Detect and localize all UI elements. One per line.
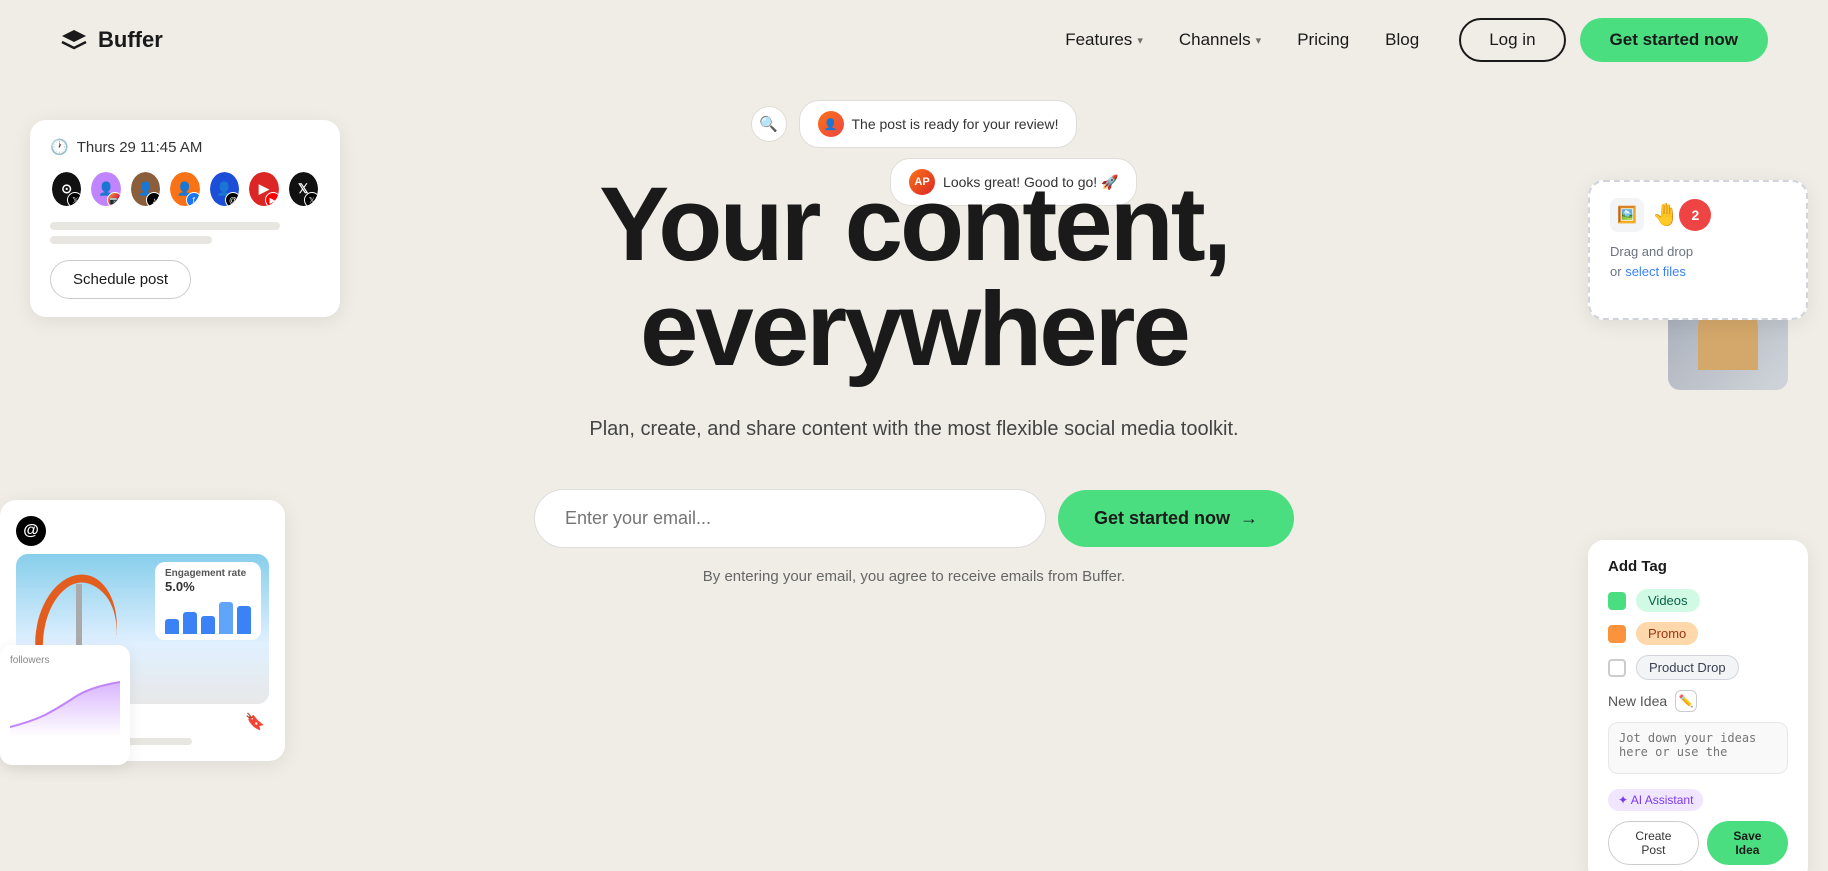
nav-link-features[interactable]: Features ▾ xyxy=(1065,30,1143,50)
twitter-icon: 𝕏 xyxy=(304,192,320,208)
image-upload-icon: 🖼️ xyxy=(1610,198,1644,232)
logo-text: Buffer xyxy=(98,27,163,53)
avatar: 👤 f xyxy=(168,170,201,208)
chat-bubble-review: 👤 The post is ready for your review! xyxy=(799,100,1078,148)
schedule-panel: 🕐 Thurs 29 11:45 AM ⊙ 𝕏 👤 📷 👤 ♪ 👤 f 👤 xyxy=(30,120,340,317)
schedule-post-button[interactable]: Schedule post xyxy=(50,260,191,299)
nav-link-pricing[interactable]: Pricing xyxy=(1297,30,1349,50)
tag-videos: Videos xyxy=(1636,589,1700,612)
tag-checkbox-videos[interactable] xyxy=(1608,592,1626,610)
schedule-time: 🕐 Thurs 29 11:45 AM xyxy=(50,138,320,156)
hero-form: Get started now → xyxy=(534,489,1294,548)
tag-checkbox-product-drop[interactable] xyxy=(1608,659,1626,677)
edit-icon: ✏️ xyxy=(1675,690,1697,712)
buffer-logo-icon xyxy=(60,26,88,54)
login-button[interactable]: Log in xyxy=(1459,18,1565,62)
chat-bubble-area: 🔍 👤 The post is ready for your review! A… xyxy=(751,100,1078,148)
chevron-down-icon: ▾ xyxy=(1137,34,1143,47)
ai-assistant-chip[interactable]: ✦ AI Assistant xyxy=(1608,789,1703,811)
nav-actions: Log in Get started now xyxy=(1459,18,1768,62)
avatar: 👤 @ xyxy=(208,170,241,208)
twitter-icon: 𝕏 xyxy=(67,192,83,208)
notification-badge: 2 xyxy=(1679,199,1711,231)
nav-links: Features ▾ Channels ▾ Pricing Blog xyxy=(1065,30,1419,50)
search-icon: 🔍 xyxy=(751,106,787,142)
nav-link-blog[interactable]: Blog xyxy=(1385,30,1419,50)
bookmark-icon: 🔖 xyxy=(245,712,265,732)
hero-subheading: Plan, create, and share content with the… xyxy=(589,418,1238,441)
tag-row-promo: Promo xyxy=(1608,622,1788,645)
get-started-hero-button[interactable]: Get started now → xyxy=(1058,490,1294,547)
bar-chart xyxy=(165,594,251,634)
avatar: ⊙ 𝕏 xyxy=(50,170,83,208)
instagram-icon: 📷 xyxy=(107,192,123,208)
hero-disclaimer: By entering your email, you agree to rec… xyxy=(703,568,1125,585)
tag-checkbox-promo[interactable] xyxy=(1608,625,1626,643)
followers-chart: followers xyxy=(0,645,130,765)
tag-row-videos: Videos xyxy=(1608,589,1788,612)
select-files-link[interactable]: select files xyxy=(1625,264,1686,279)
engagement-badge: Engagement rate 5.0% xyxy=(155,562,261,640)
new-idea-row: New Idea ✏️ xyxy=(1608,690,1788,712)
create-post-button[interactable]: Create Post xyxy=(1608,821,1699,865)
nav-link-channels[interactable]: Channels ▾ xyxy=(1179,30,1261,50)
tag-row-product-drop: Product Drop xyxy=(1608,655,1788,680)
panel-right-actions: Create Post Save Idea xyxy=(1608,821,1788,865)
content-preview xyxy=(50,222,320,244)
hand-icon: 🤚 xyxy=(1652,202,1679,228)
avatar: ▶ ▶ xyxy=(247,170,280,208)
email-input[interactable] xyxy=(534,489,1046,548)
youtube-icon: ▶ xyxy=(265,192,281,208)
tiktok-icon: ♪ xyxy=(146,192,162,208)
tag-product-drop: Product Drop xyxy=(1636,655,1739,680)
add-tag-panel: Add Tag Videos Promo Product Drop New Id… xyxy=(1588,540,1808,871)
navigation: Buffer Features ▾ Channels ▾ Pricing Blo… xyxy=(0,0,1828,80)
hero-heading: Your content, everywhere xyxy=(599,172,1229,382)
hero-section: 🔍 👤 The post is ready for your review! A… xyxy=(0,80,1828,871)
avatar: 👤 xyxy=(818,111,844,137)
upload-panel: 🖼️ 🤚 2 Drag and drop or select files xyxy=(1588,180,1808,320)
avatar: 👤 📷 xyxy=(89,170,122,208)
save-idea-button[interactable]: Save Idea xyxy=(1707,821,1788,865)
add-tag-title: Add Tag xyxy=(1608,558,1788,575)
facebook-icon: f xyxy=(186,192,202,208)
upload-instructions: Drag and drop or select files xyxy=(1610,242,1786,281)
panel-avatars: ⊙ 𝕏 👤 📷 👤 ♪ 👤 f 👤 @ ▶ ▶ xyxy=(50,170,320,208)
clock-icon: 🕐 xyxy=(50,138,69,156)
arrow-right-icon: → xyxy=(1240,508,1258,529)
logo: Buffer xyxy=(60,26,163,54)
idea-textarea[interactable] xyxy=(1608,722,1788,774)
threads-app-icon: @ xyxy=(16,516,46,546)
avatar: 👤 ♪ xyxy=(129,170,162,208)
area-chart-svg xyxy=(10,672,120,742)
get-started-nav-button[interactable]: Get started now xyxy=(1580,18,1768,62)
threads-icon: @ xyxy=(225,192,241,208)
tag-promo: Promo xyxy=(1636,622,1698,645)
new-idea-label: New Idea xyxy=(1608,693,1667,709)
avatar: 𝕏 𝕏 xyxy=(287,170,320,208)
chevron-down-icon: ▾ xyxy=(1256,34,1262,47)
